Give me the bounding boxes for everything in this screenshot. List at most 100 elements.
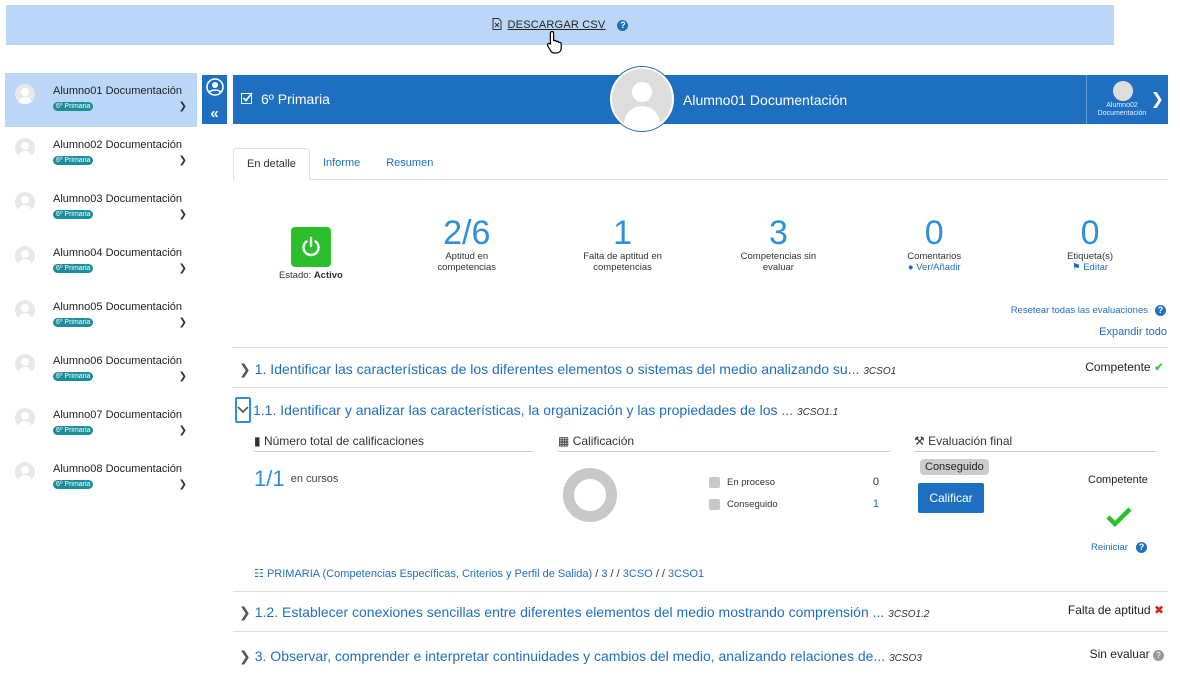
- uneval-label: Competencias sin evaluar: [740, 251, 817, 273]
- power-icon[interactable]: [290, 227, 331, 267]
- student-name: Alumno06 Documentación: [53, 355, 183, 367]
- breadcrumb-item[interactable]: 3: [601, 568, 607, 580]
- check-icon: ✔: [1153, 360, 1164, 374]
- chevron-down-icon[interactable]: ❯: [179, 263, 187, 274]
- course-badge: 6º Primaria: [53, 156, 94, 165]
- student-name: Alumno02 Documentación: [53, 139, 183, 151]
- comments-link[interactable]: ● Ver/Añadir: [856, 262, 1012, 273]
- competency-row[interactable]: ❯ 3. Observar, comprender e interpretar c…: [233, 631, 1168, 675]
- book-icon: ▮: [254, 434, 261, 448]
- uneval-value: 3: [768, 214, 788, 252]
- student-item[interactable]: Alumno08 Documentación 6º Primaria ❯: [5, 451, 197, 505]
- chevron-down-icon[interactable]: ❯: [179, 101, 187, 112]
- chevron-right-icon: ❯: [1150, 91, 1164, 108]
- comments-value: 0: [924, 214, 944, 252]
- reset-link[interactable]: Reiniciar?: [1091, 542, 1147, 553]
- next-student-button[interactable]: Alumno02 Documentación ❯: [1086, 75, 1168, 124]
- ratings-count: 1/1 en cursos: [254, 466, 339, 491]
- lack-value: 1: [613, 214, 633, 252]
- help-icon[interactable]: ?: [1155, 305, 1166, 316]
- student-name: Alumno05 Documentación: [53, 301, 183, 313]
- student-name: Alumno08 Documentación: [53, 463, 183, 475]
- state-value: Activo: [313, 270, 343, 281]
- breadcrumb-item[interactable]: 3CSO: [623, 568, 653, 580]
- chevron-right-icon[interactable]: ❯: [239, 604, 251, 620]
- grade-donut-chart: [563, 468, 617, 522]
- reset-all-link[interactable]: Resetear todas las evaluaciones?: [1011, 305, 1166, 316]
- chevron-down-icon[interactable]: ❯: [179, 425, 187, 436]
- student-item[interactable]: Alumno05 Documentación 6º Primaria ❯: [5, 289, 197, 343]
- student-item[interactable]: Alumno07 Documentación 6º Primaria ❯: [5, 397, 197, 451]
- lack-label: Falta de aptitud en competencias: [583, 251, 662, 273]
- stat-lack: 1 Falta de aptitud en competencias: [545, 215, 701, 281]
- student-name: Alumno03 Documentación: [53, 193, 183, 205]
- chevron-down-icon[interactable]: ❯: [179, 479, 187, 490]
- collapse-sidebar-button[interactable]: «: [202, 75, 227, 124]
- student-header: 6º Primaria Alumno01 Documentación Alumn…: [233, 67, 1168, 131]
- student-name: Alumno07 Documentación: [53, 409, 183, 421]
- collapse-toggle[interactable]: [235, 397, 251, 423]
- chevron-right-icon[interactable]: ❯: [239, 361, 251, 377]
- stat-unevaluated: 3 Competencias sin evaluar: [700, 215, 856, 281]
- hand-cursor-icon: [546, 30, 566, 57]
- final-status: Competente: [1088, 474, 1148, 486]
- competency-code: 3CSO1.2: [888, 609, 930, 620]
- student-list: Alumno01 Documentación 6º Primaria ❯ Alumn…: [5, 73, 197, 505]
- course-badge: 6º Primaria: [53, 102, 94, 111]
- student-item[interactable]: Alumno03 Documentación 6º Primaria ❯: [5, 181, 197, 235]
- student-item[interactable]: Alumno02 Documentación 6º Primaria ❯: [5, 127, 197, 181]
- comment-icon: ●: [907, 262, 914, 273]
- cross-icon: ✖: [1153, 603, 1164, 617]
- expand-all-link[interactable]: Expandir todo: [1099, 326, 1167, 338]
- competency-row[interactable]: ❯ 1.2. Establecer conexiones sencillas en…: [233, 591, 1168, 635]
- aptitude-label: Aptitud en competencias: [437, 251, 497, 273]
- stats-panel: Estado: Activo 2/6 Aptitud en competenci…: [233, 215, 1168, 281]
- stat-comments: 0 Comentarios ● Ver/Añadir: [856, 215, 1012, 281]
- chevron-down-icon[interactable]: ❯: [179, 209, 187, 220]
- stat-state: Estado: Activo: [233, 215, 389, 281]
- avatar: [15, 84, 35, 104]
- tab-report[interactable]: Informe: [310, 148, 373, 179]
- competency-title[interactable]: 3. Observar, comprender e interpretar co…: [255, 648, 885, 664]
- breadcrumb-item[interactable]: 3CSO1: [668, 568, 704, 580]
- state-label: Estado:: [278, 270, 312, 281]
- rate-button[interactable]: Calificar: [918, 483, 984, 513]
- double-chevron-left-icon: «: [210, 104, 219, 122]
- student-name-title: Alumno01 Documentación: [683, 92, 848, 108]
- breadcrumb: ☷ PRIMARIA (Competencias Específicas, Cr…: [254, 568, 705, 580]
- tab-summary[interactable]: Resumen: [373, 148, 446, 179]
- tags-label: Etiqueta(s): [1067, 251, 1114, 262]
- chevron-down-icon[interactable]: ❯: [179, 155, 187, 166]
- avatar: [15, 408, 35, 428]
- legend-item: Conseguido 1: [709, 498, 879, 510]
- breadcrumb-item[interactable]: PRIMARIA (Competencias Específicas, Crit…: [267, 568, 592, 580]
- tab-bar: En detalle Informe Resumen: [233, 148, 1168, 180]
- aptitude-value: 2/6: [443, 214, 491, 252]
- competency-status: Sin evaluar ?: [1090, 647, 1164, 661]
- competency-title[interactable]: 1.2. Establecer conexiones sencillas ent…: [255, 604, 885, 620]
- competency-title[interactable]: 1. Identificar las características de lo…: [255, 361, 860, 377]
- tags-link[interactable]: ⚑ Editar: [1012, 262, 1168, 273]
- file-icon: [492, 17, 502, 33]
- student-item[interactable]: Alumno01 Documentación 6º Primaria ❯: [5, 73, 197, 127]
- competency-status: Falta de aptitud ✖: [1067, 603, 1164, 617]
- competency-row[interactable]: ❯ 1. Identificar las características de l…: [233, 347, 1168, 391]
- tab-detail[interactable]: En detalle: [233, 148, 310, 180]
- competency-status: Competente ✔: [1085, 360, 1164, 374]
- course-badge: 6º Primaria: [53, 210, 94, 219]
- student-name: Alumno01 Documentación: [53, 85, 183, 97]
- chevron-right-icon[interactable]: ❯: [239, 648, 251, 664]
- help-icon[interactable]: ?: [1135, 542, 1147, 553]
- avatar: [15, 246, 35, 266]
- final-tag: Conseguido: [920, 459, 989, 475]
- chevron-down-icon[interactable]: ❯: [179, 317, 187, 328]
- course-title: 6º Primaria: [241, 91, 330, 107]
- student-name: Alumno04 Documentación: [53, 247, 183, 259]
- competency-row-expanded[interactable]: 1.1. Identificar y analizar las caracter…: [233, 387, 1168, 431]
- student-item[interactable]: Alumno06 Documentación 6º Primaria ❯: [5, 343, 197, 397]
- competency-title[interactable]: 1.1. Identificar y analizar las caracter…: [253, 402, 793, 418]
- chevron-down-icon[interactable]: ❯: [179, 371, 187, 382]
- avatar: [1113, 81, 1133, 101]
- student-item[interactable]: Alumno04 Documentación 6º Primaria ❯: [5, 235, 197, 289]
- help-icon[interactable]: ?: [617, 19, 629, 31]
